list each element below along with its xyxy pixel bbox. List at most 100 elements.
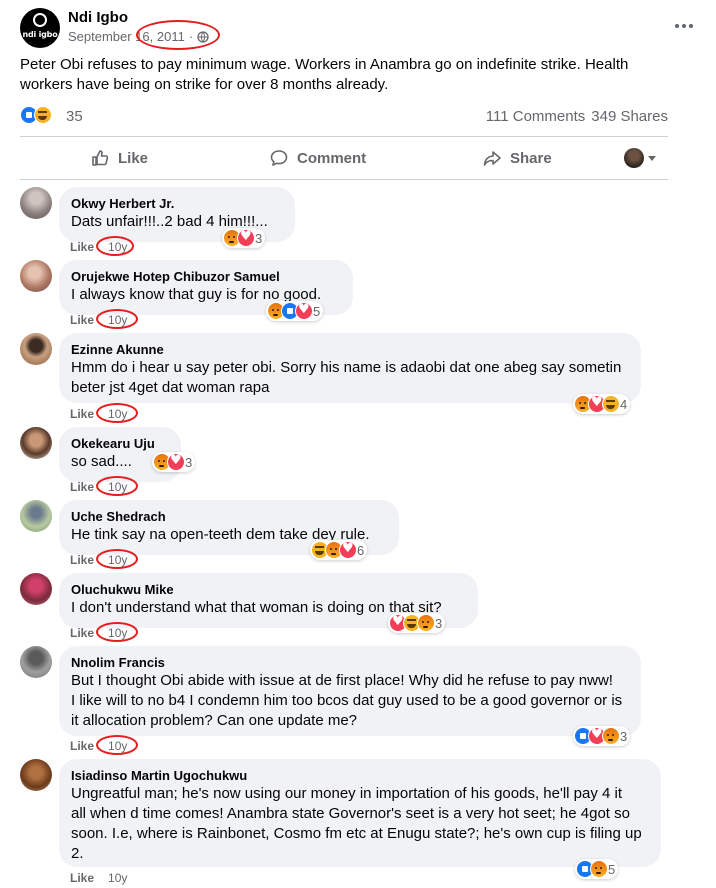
comment-text: soon. I.e, where is Rainbonet, Cosmo fm … <box>71 825 642 842</box>
reaction-count: 3 <box>620 728 628 744</box>
reaction-count: 5 <box>608 861 616 877</box>
post-reaction-icons[interactable] <box>20 106 52 124</box>
like-label: Like <box>118 149 149 167</box>
comment-reactions[interactable]: 3 <box>573 726 631 746</box>
comment-age[interactable]: 10y <box>108 626 127 640</box>
meta-separator: · <box>188 29 194 44</box>
post-text: Peter Obi refuses to pay minimum wage. W… <box>20 56 629 93</box>
reaction-count: 3 <box>185 454 193 470</box>
comment-text: beter jst 4get dat woman rapa <box>71 379 270 396</box>
reaction-count[interactable]: 35 <box>66 108 83 125</box>
dot-icon <box>675 24 679 28</box>
commenter-avatar[interactable] <box>20 333 52 365</box>
commenter-avatar[interactable] <box>20 646 52 678</box>
commenter-name[interactable]: Nnolim Francis <box>71 654 629 671</box>
dot-icon <box>682 24 686 28</box>
comment-text: it allocation problem? Can one update me… <box>71 712 358 729</box>
shares-count[interactable]: 349 Shares <box>591 108 668 125</box>
comment-age[interactable]: 10y <box>108 313 127 327</box>
reaction-count: 3 <box>255 230 263 246</box>
thumbs-up-icon <box>92 150 109 166</box>
comment-actions: Like 10y <box>70 480 127 494</box>
post-header: ndi igbo Ndi Igbo September 16, 2011 · <box>20 8 700 52</box>
commenter-name[interactable]: Uche Shedrach <box>71 508 387 525</box>
comment-label: Comment <box>297 149 367 167</box>
comment-text: all when d time comes! Anambra state Gov… <box>71 805 630 822</box>
viewer-avatar <box>624 148 644 168</box>
commenter-name[interactable]: Okekearu Uju <box>71 435 169 452</box>
share-label: Share <box>510 149 552 167</box>
comment-reactions[interactable]: 3 <box>222 228 266 248</box>
commenter-avatar[interactable] <box>20 427 52 459</box>
share-stats: 111 Comments 349 Shares <box>486 108 668 125</box>
comment-age[interactable]: 10y <box>108 407 127 421</box>
comment-actions: Like 10y <box>70 407 127 421</box>
comment-bubble: Nnolim Francis But I thought Obi abide w… <box>59 646 641 736</box>
reaction-count: 6 <box>357 542 365 558</box>
haha-reaction-icon <box>602 395 620 413</box>
comment-bubble: Ezinne Akunne Hmm do i hear u say peter … <box>59 333 641 403</box>
comment-text: But I thought Obi abide with issue at de… <box>71 672 613 689</box>
commenter-avatar[interactable] <box>20 573 52 605</box>
comment-reactions[interactable]: 5 <box>575 859 619 879</box>
commenter-avatar[interactable] <box>20 187 52 219</box>
more-options-button[interactable] <box>670 16 698 36</box>
comment-reactions[interactable]: 4 <box>573 394 631 414</box>
comment-age[interactable]: 10y <box>108 871 127 885</box>
commenter-avatar[interactable] <box>20 260 52 292</box>
post-date[interactable]: September 16, 2011 <box>68 29 185 44</box>
comment-actions: Like 10y <box>70 553 127 567</box>
action-bar: Like Comment Share <box>20 136 668 180</box>
dot-icon <box>689 24 693 28</box>
comment-reactions[interactable]: 6 <box>310 540 368 560</box>
reaction-summary: 35 111 Comments 349 Shares <box>20 104 668 128</box>
comment-button[interactable]: Comment <box>269 137 366 179</box>
share-button[interactable]: Share <box>482 137 552 179</box>
share-icon <box>483 151 501 166</box>
comment-reactions[interactable]: 5 <box>266 301 324 321</box>
reaction-count: 3 <box>435 615 443 631</box>
comment-like-link[interactable]: Like <box>70 871 94 885</box>
profile-switcher[interactable] <box>624 148 656 168</box>
comment-text: Ungreatful man; he's now using our money… <box>71 785 623 802</box>
commenter-name[interactable]: Isiadinso Martin Ugochukwu <box>71 767 649 784</box>
angry-reaction-icon <box>602 727 620 745</box>
reaction-count: 4 <box>620 396 628 412</box>
comment-age[interactable]: 10y <box>108 240 127 254</box>
comment-age[interactable]: 10y <box>108 739 127 753</box>
comment-like-link[interactable]: Like <box>70 313 94 327</box>
comment-actions: Like 10y <box>70 626 127 640</box>
comment-like-link[interactable]: Like <box>70 407 94 421</box>
comment-like-link[interactable]: Like <box>70 739 94 753</box>
commenter-name[interactable]: Orujekwe Hotep Chibuzor Samuel <box>71 268 341 285</box>
comment-text: I like will to no b4 I condemn him too b… <box>71 692 623 709</box>
commenter-avatar[interactable] <box>20 759 52 791</box>
comment-reactions[interactable]: 3 <box>152 452 196 472</box>
page-avatar[interactable]: ndi igbo <box>20 8 60 48</box>
comment-like-link[interactable]: Like <box>70 240 94 254</box>
comment-actions: Like 10y <box>70 313 127 327</box>
page-name[interactable]: Ndi Igbo <box>68 9 128 26</box>
comment-age[interactable]: 10y <box>108 553 127 567</box>
post-meta: September 16, 2011 · <box>68 29 209 44</box>
comment-age[interactable]: 10y <box>108 480 127 494</box>
comment-like-link[interactable]: Like <box>70 480 94 494</box>
comment-like-link[interactable]: Like <box>70 626 94 640</box>
logo-text: ndi igbo <box>22 30 58 39</box>
love-reaction-icon <box>237 229 255 247</box>
commenter-name[interactable]: Oluchukwu Mike <box>71 581 466 598</box>
haha-reaction-icon <box>34 106 52 124</box>
commenter-avatar[interactable] <box>20 500 52 532</box>
logo-mark <box>33 13 47 27</box>
angry-reaction-icon <box>590 860 608 878</box>
comments-count[interactable]: 111 Comments <box>486 108 586 125</box>
comment-like-link[interactable]: Like <box>70 553 94 567</box>
love-reaction-icon <box>167 453 185 471</box>
reaction-count: 5 <box>313 303 321 319</box>
commenter-name[interactable]: Okwy Herbert Jr. <box>71 195 283 212</box>
like-button[interactable]: Like <box>90 137 148 179</box>
angry-reaction-icon <box>417 614 435 632</box>
commenter-name[interactable]: Ezinne Akunne <box>71 341 629 358</box>
comment-reactions[interactable]: 3 <box>388 613 446 633</box>
comment-actions: Like 10y <box>70 240 127 254</box>
